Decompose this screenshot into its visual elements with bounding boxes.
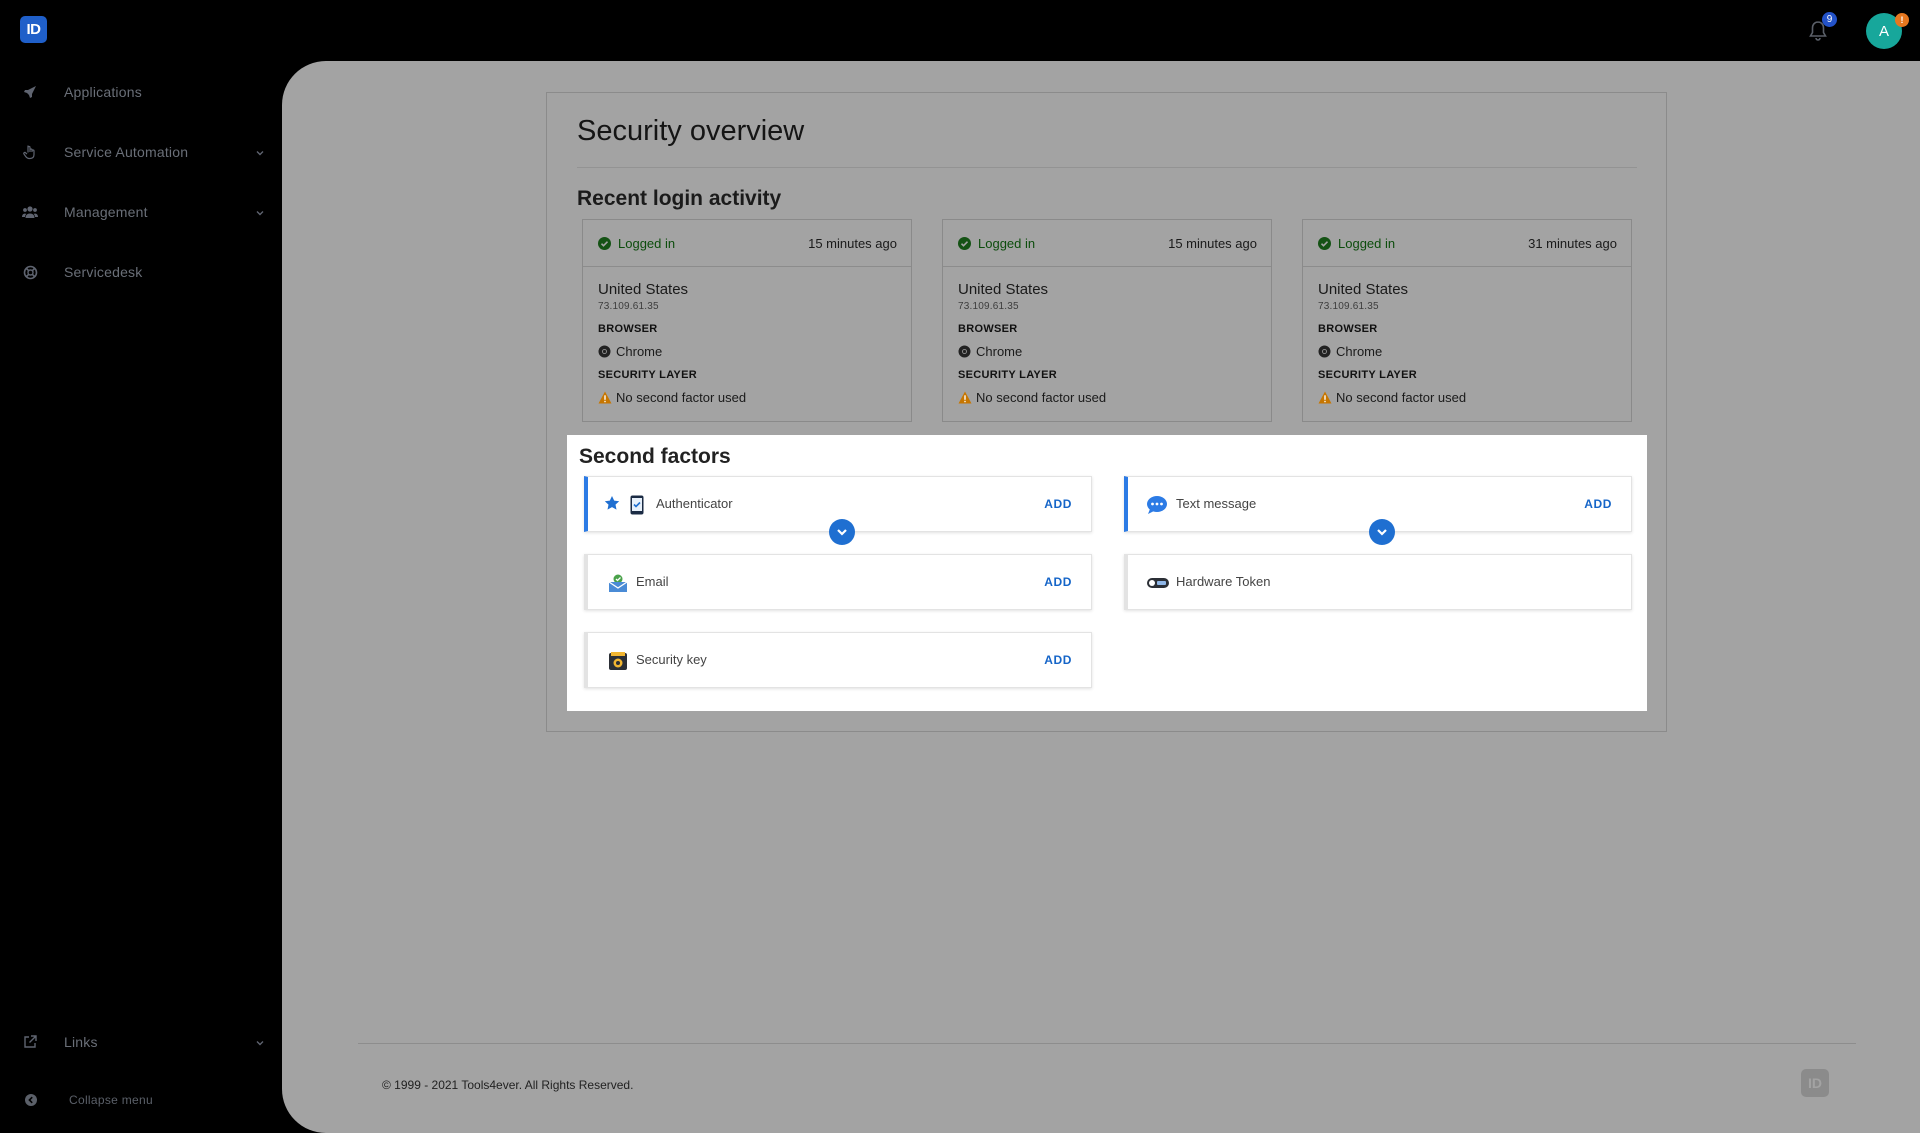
login-card-header: Logged in 31 minutes ago	[1303, 220, 1631, 267]
sidebar-item-label: Management	[64, 204, 148, 220]
copyright-text: © 1999 - 2021 Tools4ever. All Rights Res…	[382, 1078, 634, 1092]
chrome-icon	[598, 345, 611, 358]
login-activity-card: Logged in 31 minutes ago United States 7…	[1302, 219, 1632, 422]
chevron-down-icon	[1377, 529, 1387, 536]
browser-label: BROWSER	[958, 323, 1018, 335]
security-layer-label: SECURITY LAYER	[1318, 369, 1417, 381]
notifications-count-badge: 9	[1822, 12, 1837, 27]
chevron-down-icon	[254, 206, 266, 218]
factor-label: Email	[636, 574, 669, 589]
security-layer-label: SECURITY LAYER	[958, 369, 1057, 381]
add-email-button[interactable]: ADD	[1044, 575, 1072, 589]
login-ip: 73.109.61.35	[1318, 301, 1379, 312]
login-activity-card: Logged in 15 minutes ago United States 7…	[942, 219, 1272, 422]
security-layer-value: No second factor used	[958, 390, 1106, 405]
login-card-header: Logged in 15 minutes ago	[583, 220, 911, 267]
lifebuoy-icon	[22, 264, 38, 280]
factor-label: Text message	[1176, 496, 1257, 511]
login-card-header: Logged in 15 minutes ago	[943, 220, 1271, 267]
login-time: 31 minutes ago	[1528, 236, 1617, 251]
sidebar-item-links[interactable]: Links	[0, 1022, 282, 1062]
app-logo[interactable]: ID	[20, 16, 47, 43]
authenticator-phone-icon	[629, 495, 649, 515]
factor-security-key[interactable]: Security key ADD	[584, 632, 1092, 688]
collapse-menu-label: Collapse menu	[69, 1093, 153, 1107]
sidebar: Applications Service Automation Manageme…	[0, 60, 282, 1133]
sidebar-item-servicedesk[interactable]: Servicedesk	[0, 252, 282, 292]
chat-bubble-icon	[1146, 495, 1168, 515]
chevron-left-circle-icon	[24, 1093, 38, 1107]
page-title: Security overview	[577, 115, 805, 147]
expand-authenticator-button[interactable]	[829, 519, 855, 545]
sidebar-item-service-automation[interactable]: Service Automation	[0, 132, 282, 172]
sidebar-item-management[interactable]: Management	[0, 192, 282, 232]
factor-label: Authenticator	[656, 496, 733, 511]
factor-label: Security key	[636, 652, 707, 667]
check-circle-icon	[958, 237, 971, 250]
chrome-icon	[958, 345, 971, 358]
collapse-menu-button[interactable]: Collapse menu	[0, 1083, 282, 1119]
footer-logo: ID	[1801, 1069, 1829, 1097]
star-icon	[604, 495, 620, 515]
rocket-icon	[22, 84, 38, 100]
factor-label: Hardware Token	[1176, 574, 1271, 589]
chevron-down-icon	[837, 529, 847, 536]
chrome-icon	[1318, 345, 1331, 358]
sidebar-item-label: Links	[64, 1034, 98, 1050]
browser-label: BROWSER	[1318, 323, 1378, 335]
external-link-icon	[22, 1034, 38, 1050]
hand-pointer-icon	[22, 144, 38, 160]
users-icon	[22, 204, 38, 220]
login-activity-card: Logged in 15 minutes ago United States 7…	[582, 219, 912, 422]
recent-login-title: Recent login activity	[577, 187, 782, 210]
main-panel: Security overview Recent login activity …	[282, 61, 1920, 1133]
avatar-alert-badge: !	[1895, 13, 1909, 27]
login-ip: 73.109.61.35	[958, 301, 1019, 312]
browser-label: BROWSER	[598, 323, 658, 335]
second-factors-section: Second factors Authenticator ADD Text me…	[567, 435, 1647, 711]
login-ip: 73.109.61.35	[598, 301, 659, 312]
chevron-down-icon	[254, 1036, 266, 1048]
security-layer-value: No second factor used	[598, 390, 746, 405]
chevron-down-icon	[254, 146, 266, 158]
login-status: Logged in	[1338, 236, 1396, 251]
login-time: 15 minutes ago	[1168, 236, 1257, 251]
add-security-key-button[interactable]: ADD	[1044, 653, 1072, 667]
expand-text-message-button[interactable]	[1369, 519, 1395, 545]
warning-icon	[1318, 391, 1332, 404]
login-time: 15 minutes ago	[808, 236, 897, 251]
sidebar-item-label: Servicedesk	[64, 264, 143, 280]
browser-value: Chrome	[958, 344, 1022, 359]
footer-divider	[358, 1043, 1856, 1044]
check-circle-icon	[598, 237, 611, 250]
login-country: United States	[958, 281, 1049, 298]
security-layer-label: SECURITY LAYER	[598, 369, 697, 381]
warning-icon	[598, 391, 612, 404]
login-country: United States	[1318, 281, 1409, 298]
add-text-message-button[interactable]: ADD	[1584, 497, 1612, 511]
security-layer-value: No second factor used	[1318, 390, 1466, 405]
title-divider	[577, 167, 1637, 168]
login-country: United States	[598, 281, 689, 298]
login-status: Logged in	[978, 236, 1036, 251]
sidebar-item-label: Service Automation	[64, 144, 189, 160]
browser-value: Chrome	[1318, 344, 1382, 359]
sidebar-item-applications[interactable]: Applications	[0, 72, 282, 112]
warning-icon	[958, 391, 972, 404]
hardware-token-icon	[1146, 573, 1170, 593]
login-status: Logged in	[618, 236, 676, 251]
second-factors-title: Second factors	[579, 445, 731, 468]
add-authenticator-button[interactable]: ADD	[1044, 497, 1072, 511]
email-envelope-icon	[608, 573, 628, 593]
sidebar-item-label: Applications	[64, 84, 142, 100]
factor-hardware-token[interactable]: Hardware Token	[1124, 554, 1632, 610]
factor-email[interactable]: Email ADD	[584, 554, 1092, 610]
security-key-icon	[608, 651, 628, 671]
browser-value: Chrome	[598, 344, 662, 359]
check-circle-icon	[1318, 237, 1331, 250]
